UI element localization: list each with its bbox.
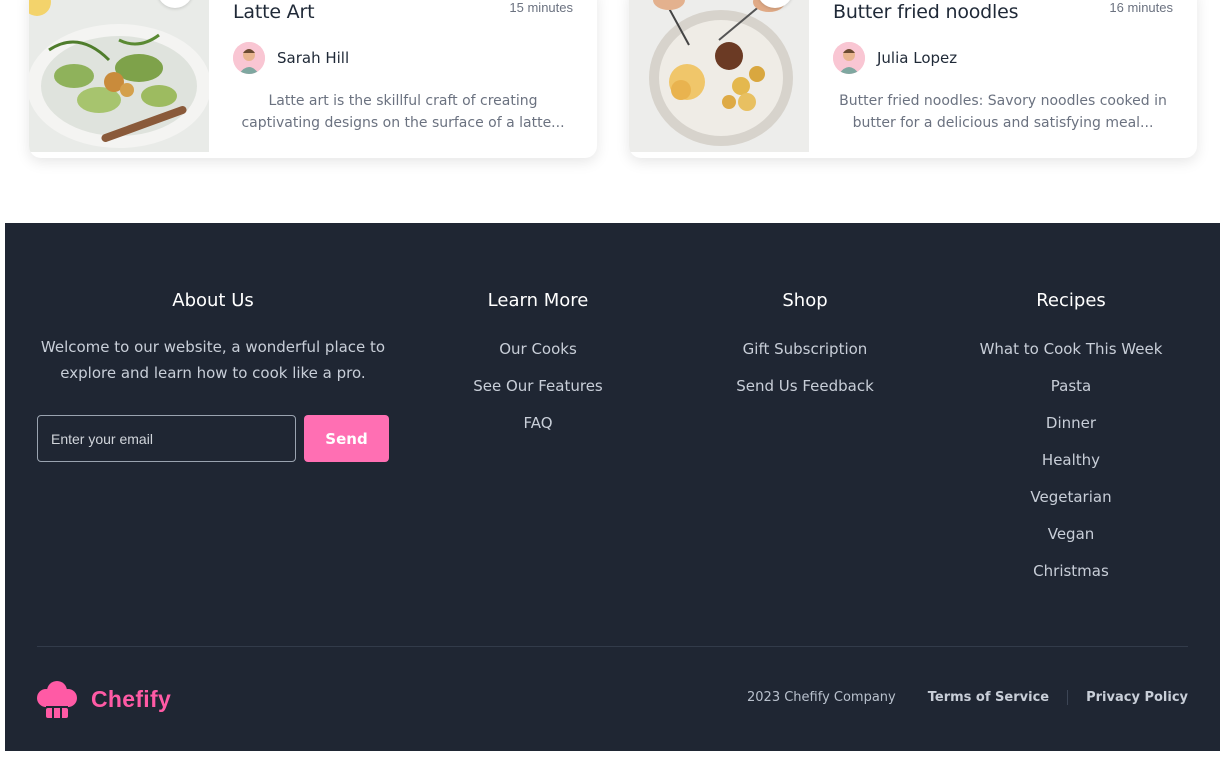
- footer-link-dinner[interactable]: Dinner: [951, 413, 1191, 433]
- link-text[interactable]: Christmas: [1033, 562, 1109, 580]
- footer-link-christmas[interactable]: Christmas: [951, 561, 1191, 581]
- link-text[interactable]: Dinner: [1046, 414, 1096, 432]
- recipe-description: Butter fried noodles: Savory noodles coo…: [839, 93, 1167, 131]
- link-text[interactable]: Healthy: [1042, 451, 1100, 469]
- brand-name: Chefify: [91, 685, 172, 712]
- footer-link-vegetarian[interactable]: Vegetarian: [951, 487, 1191, 507]
- recipe-author: Julia Lopez: [833, 42, 957, 74]
- about-us-section: About Us Welcome to our website, a wonde…: [37, 290, 389, 386]
- recipe-card[interactable]: Latte Art 15 minutes Sarah Hill Latte ar…: [29, 0, 597, 158]
- link-text[interactable]: Vegetarian: [1030, 488, 1111, 506]
- footer-link-what-to-cook[interactable]: What to Cook This Week: [951, 339, 1191, 359]
- terms-link[interactable]: Terms of Service: [928, 690, 1069, 705]
- copyright-text: 2023 Chefify Company: [747, 690, 896, 705]
- newsletter-form: Send: [37, 415, 389, 462]
- recipe-card[interactable]: Butter fried noodles 16 minutes Julia Lo…: [629, 0, 1197, 158]
- footer-link-send-feedback[interactable]: Send Us Feedback: [705, 376, 905, 396]
- recipe-title[interactable]: Butter fried noodles: [833, 1, 1019, 23]
- avatar: [833, 42, 865, 74]
- footer-link-faq[interactable]: FAQ: [438, 413, 638, 433]
- link-text[interactable]: Pasta: [1051, 377, 1091, 395]
- link-text[interactable]: Vegan: [1048, 525, 1095, 543]
- author-name: Sarah Hill: [277, 49, 350, 67]
- footer-link-vegan[interactable]: Vegan: [951, 524, 1191, 544]
- recipe-author: Sarah Hill: [233, 42, 349, 74]
- about-us-heading: About Us: [172, 290, 254, 311]
- footer-link-our-cooks[interactable]: Our Cooks: [438, 339, 638, 359]
- recipe-description: Latte art is the skillful craft of creat…: [241, 93, 565, 131]
- recipe-time: 15 minutes: [509, 0, 573, 15]
- learn-more-heading: Learn More: [487, 290, 589, 311]
- shop-heading: Shop: [782, 290, 828, 311]
- shop-section: Shop Gift Subscription Send Us Feedback: [705, 290, 905, 413]
- learn-more-section: Learn More Our Cooks See Our Features FA…: [438, 290, 638, 450]
- email-input[interactable]: [37, 415, 296, 462]
- footer-link-gift-subscription[interactable]: Gift Subscription: [705, 339, 905, 359]
- recipe-image[interactable]: [629, 0, 809, 152]
- footer-link-see-our-features[interactable]: See Our Features: [438, 376, 638, 396]
- link-text[interactable]: Send Us Feedback: [736, 377, 874, 395]
- brand-logo[interactable]: Chefify: [37, 679, 171, 719]
- recipes-heading: Recipes: [1036, 290, 1106, 311]
- link-text[interactable]: FAQ: [523, 414, 552, 432]
- recipe-image[interactable]: [29, 0, 209, 152]
- author-name: Julia Lopez: [877, 49, 958, 67]
- recipes-section: Recipes What to Cook This Week Pasta Din…: [951, 290, 1191, 598]
- link-text[interactable]: What to Cook This Week: [980, 340, 1163, 358]
- about-us-text: Welcome to our website, a wonderful plac…: [40, 338, 386, 382]
- legal-links: 2023 Chefify Company Terms of Service Pr…: [747, 690, 1188, 705]
- footer: About Us Welcome to our website, a wonde…: [5, 223, 1220, 751]
- send-button[interactable]: Send: [304, 415, 389, 462]
- link-text[interactable]: Our Cooks: [499, 340, 577, 358]
- link-text[interactable]: Gift Subscription: [743, 340, 868, 358]
- page: Latte Art 15 minutes Sarah Hill Latte ar…: [0, 0, 1220, 757]
- footer-bottom: Chefify 2023 Chefify Company Terms of Se…: [37, 677, 1188, 721]
- chef-hat-icon: [37, 679, 77, 719]
- privacy-link[interactable]: Privacy Policy: [1086, 690, 1188, 705]
- footer-link-pasta[interactable]: Pasta: [951, 376, 1191, 396]
- link-text[interactable]: See Our Features: [473, 377, 603, 395]
- avatar: [233, 42, 265, 74]
- recipe-title[interactable]: Latte Art: [233, 1, 315, 23]
- footer-divider: [37, 646, 1188, 647]
- footer-link-healthy[interactable]: Healthy: [951, 450, 1191, 470]
- recipe-time: 16 minutes: [1109, 0, 1173, 15]
